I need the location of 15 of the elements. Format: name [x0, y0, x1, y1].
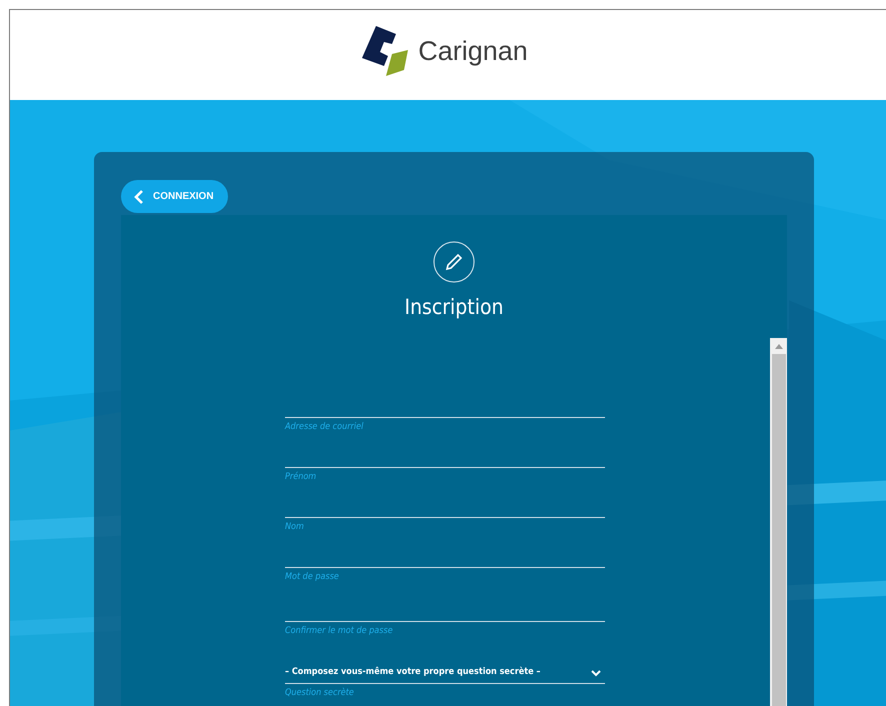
field-label: Adresse de courriel	[285, 422, 364, 434]
question-dropdown[interactable]: – Composez vous-même votre propre question secrète –	[285, 640, 605, 684]
field-label: Question secrète	[285, 688, 355, 700]
logo-text: Carignan	[418, 36, 528, 66]
scrollbar[interactable]	[770, 338, 787, 706]
logo-icon	[362, 26, 410, 76]
form-title: Inscription	[404, 295, 504, 319]
chevron-left-icon	[134, 190, 144, 204]
pencil-icon	[433, 241, 475, 283]
chevron-down-icon	[591, 670, 601, 677]
field-label: Confirmer le mot de passe	[285, 626, 394, 638]
field-label: Mot de passe	[285, 572, 340, 584]
scroll-up-icon[interactable]	[774, 344, 782, 349]
field-label: Prénom	[285, 472, 318, 484]
field-label: Nom	[285, 522, 305, 534]
